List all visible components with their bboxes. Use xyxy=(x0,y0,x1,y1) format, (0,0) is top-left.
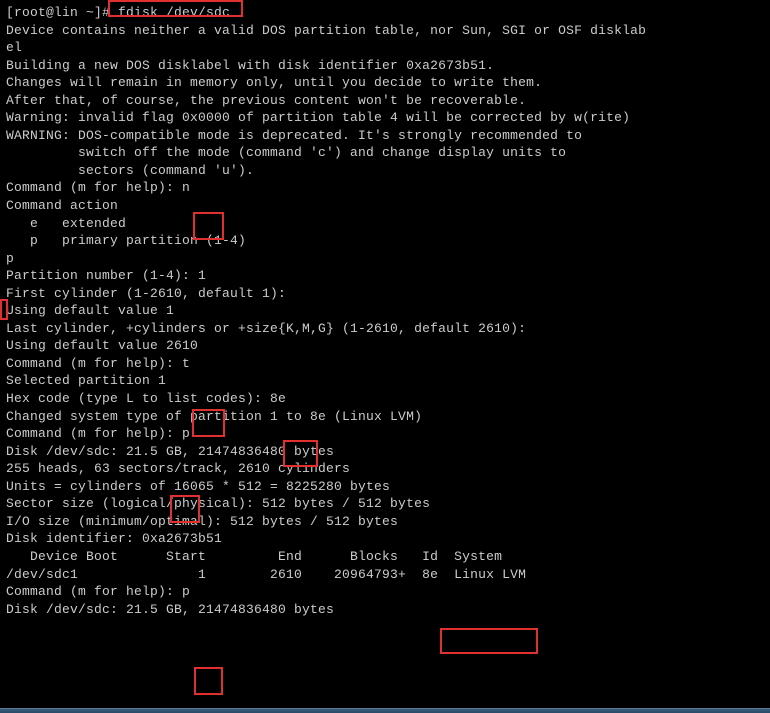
terminal-output[interactable]: [root@lin ~]# fdisk /dev/sdc Device cont… xyxy=(6,4,764,618)
user-input-p: p xyxy=(6,250,764,268)
cmd-prompt-line: Command (m for help): t xyxy=(6,355,764,373)
hex-prompt: Hex code (type L to list codes): xyxy=(6,391,270,406)
output-line: First cylinder (1-2610, default 1): xyxy=(6,285,764,303)
fdisk-prompt: Command (m for help): xyxy=(6,426,182,441)
output-line: Device contains neither a valid DOS part… xyxy=(6,22,764,40)
output-line: sectors (command 'u'). xyxy=(6,162,764,180)
output-line: I/O size (minimum/optimal): 512 bytes / … xyxy=(6,513,764,531)
user-input-n: n xyxy=(182,180,190,195)
fdisk-prompt: Command (m for help): xyxy=(6,584,182,599)
cmd-prompt-line: Command (m for help): p xyxy=(6,425,764,443)
output-line: Command action xyxy=(6,197,764,215)
user-input-t: t xyxy=(182,356,190,371)
output-line: Units = cylinders of 16065 * 512 = 82252… xyxy=(6,478,764,496)
output-line: switch off the mode (command 'c') and ch… xyxy=(6,144,764,162)
output-line: p primary partition (1-4) xyxy=(6,232,764,250)
command-input: fdisk /dev/sdc xyxy=(118,5,230,20)
output-line: Disk identifier: 0xa2673b51 xyxy=(6,530,764,548)
output-line: Using default value 1 xyxy=(6,302,764,320)
output-line: WARNING: DOS-compatible mode is deprecat… xyxy=(6,127,764,145)
highlight-input-p3 xyxy=(194,667,223,695)
output-line: el xyxy=(6,39,764,57)
output-line: Changed system type of partition 1 to 8e… xyxy=(6,408,764,426)
highlight-linux-lvm xyxy=(440,628,538,654)
table-row: /dev/sdc1 1 2610 20964793+ 8e Linux LVM xyxy=(6,566,764,584)
table-header: Device Boot Start End Blocks Id System xyxy=(6,548,764,566)
shell-prompt: [root@lin ~]# xyxy=(6,5,118,20)
fdisk-prompt: Command (m for help): xyxy=(6,356,182,371)
output-line: Disk /dev/sdc: 21.5 GB, 21474836480 byte… xyxy=(6,443,764,461)
user-input-8e: 8e xyxy=(270,391,286,406)
output-line: Changes will remain in memory only, unti… xyxy=(6,74,764,92)
user-input-p: p xyxy=(182,426,190,441)
output-line: 255 heads, 63 sectors/track, 2610 cylind… xyxy=(6,460,764,478)
output-line: Using default value 2610 xyxy=(6,337,764,355)
prompt-line: [root@lin ~]# fdisk /dev/sdc xyxy=(6,4,764,22)
output-line: Partition number (1-4): 1 xyxy=(6,267,764,285)
output-line: Disk /dev/sdc: 21.5 GB, 21474836480 byte… xyxy=(6,601,764,619)
output-line: Building a new DOS disklabel with disk i… xyxy=(6,57,764,75)
hex-prompt-line: Hex code (type L to list codes): 8e xyxy=(6,390,764,408)
fdisk-prompt: Command (m for help): xyxy=(6,180,182,195)
user-input-p: p xyxy=(182,584,190,599)
taskbar[interactable] xyxy=(0,708,770,713)
output-line: e extended xyxy=(6,215,764,233)
cmd-prompt-line: Command (m for help): p xyxy=(6,583,764,601)
output-line: Selected partition 1 xyxy=(6,372,764,390)
cmd-prompt-line: Command (m for help): n xyxy=(6,179,764,197)
output-line: Last cylinder, +cylinders or +size{K,M,G… xyxy=(6,320,764,338)
output-line: Warning: invalid flag 0x0000 of partitio… xyxy=(6,109,764,127)
output-line: Sector size (logical/physical): 512 byte… xyxy=(6,495,764,513)
output-line: After that, of course, the previous cont… xyxy=(6,92,764,110)
